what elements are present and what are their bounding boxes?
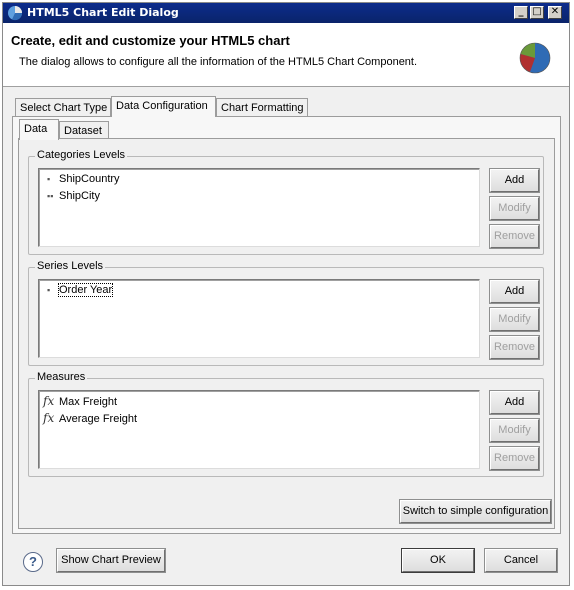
level-single-icon: ▪	[47, 285, 51, 295]
series-remove-button[interactable]: Remove	[489, 335, 540, 360]
list-item[interactable]: fx Average Freight	[43, 411, 137, 425]
series-levels-group: Series Levels ▪ Order Year Add Modify Rem…	[28, 260, 544, 366]
header-title: Create, edit and customize your HTML5 ch…	[11, 33, 290, 48]
series-modify-button[interactable]: Modify	[489, 307, 540, 332]
series-list[interactable]: ▪ Order Year	[38, 279, 480, 358]
measures-legend: Measures	[35, 371, 88, 383]
categories-list[interactable]: ▪ ShipCountry ▪▪ ShipCity	[38, 168, 480, 247]
pie-chart-icon	[519, 42, 551, 74]
list-item-label: Average Freight	[59, 413, 138, 425]
categories-modify-button[interactable]: Modify	[489, 196, 540, 221]
list-item[interactable]: ▪ ShipCountry	[47, 173, 120, 187]
measures-add-button[interactable]: Add	[489, 390, 540, 415]
minimize-button[interactable]: _	[514, 6, 528, 19]
header-description: The dialog allows to configure all the i…	[19, 56, 418, 68]
close-button[interactable]: ✕	[548, 6, 562, 19]
tab-select-chart-type[interactable]: Select Chart Type	[15, 98, 111, 117]
series-levels-legend: Series Levels	[35, 260, 106, 272]
tab-data-configuration[interactable]: Data Configuration	[111, 96, 216, 117]
tab-chart-formatting[interactable]: Chart Formatting	[216, 98, 308, 117]
data-configuration-panel: Data Dataset Categories Levels ▪ ShipCoun…	[12, 116, 561, 534]
window-title: HTML5 Chart Edit Dialog	[27, 6, 179, 19]
fx-icon: fx	[43, 394, 55, 408]
list-item[interactable]: fx Max Freight	[43, 394, 117, 408]
measures-list[interactable]: fx Max Freight fx Average Freight	[38, 390, 480, 469]
measures-remove-button[interactable]: Remove	[489, 446, 540, 471]
switch-to-simple-configuration-button[interactable]: Switch to simple configuration	[399, 499, 552, 524]
level-double-icon: ▪▪	[47, 191, 54, 201]
categories-add-button[interactable]: Add	[489, 168, 540, 193]
show-chart-preview-button[interactable]: Show Chart Preview	[56, 548, 166, 573]
fx-icon: fx	[43, 411, 55, 425]
series-add-button[interactable]: Add	[489, 279, 540, 304]
measures-modify-button[interactable]: Modify	[489, 418, 540, 443]
list-item[interactable]: ▪▪ ShipCity	[47, 190, 100, 204]
data-subpanel: Categories Levels ▪ ShipCountry ▪▪ ShipCit…	[18, 138, 555, 529]
categories-levels-group: Categories Levels ▪ ShipCountry ▪▪ ShipCit…	[28, 149, 544, 255]
list-item[interactable]: ▪ Order Year	[47, 283, 114, 298]
cancel-button[interactable]: Cancel	[484, 548, 558, 573]
help-icon[interactable]: ?	[23, 552, 43, 572]
list-item-label: ShipCity	[59, 190, 100, 202]
chart-app-icon	[8, 6, 23, 21]
list-item-label: Max Freight	[59, 396, 118, 408]
list-item-label: Order Year	[57, 283, 114, 297]
level-single-icon: ▪	[47, 174, 51, 184]
measures-group: Measures fx Max Freight fx Average Freight…	[28, 371, 544, 477]
ok-button[interactable]: OK	[401, 548, 475, 573]
maximize-button[interactable]: □	[530, 6, 544, 19]
categories-levels-legend: Categories Levels	[35, 149, 128, 161]
tab-data[interactable]: Data	[19, 119, 59, 140]
list-item-label: ShipCountry	[59, 173, 120, 185]
title-bar[interactable]: HTML5 Chart Edit Dialog _ □ ✕	[3, 3, 569, 23]
dialog-header: Create, edit and customize your HTML5 ch…	[3, 23, 569, 87]
categories-remove-button[interactable]: Remove	[489, 224, 540, 249]
dialog-window: HTML5 Chart Edit Dialog _ □ ✕ Create, ed…	[2, 2, 570, 586]
